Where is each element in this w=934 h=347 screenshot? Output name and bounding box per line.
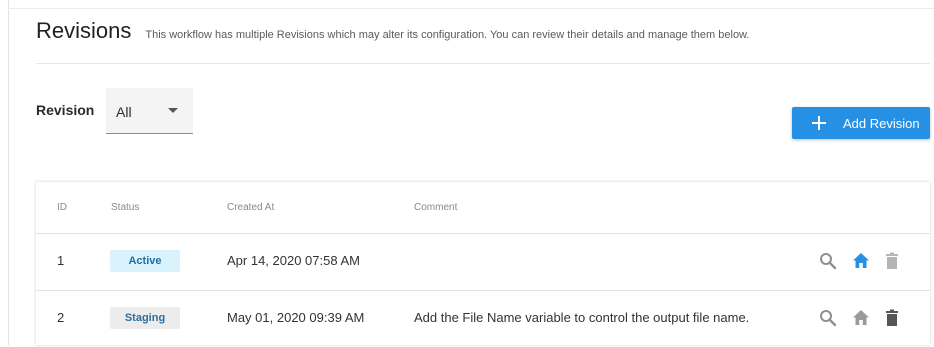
search-icon[interactable]: [818, 308, 838, 328]
revision-id: 1: [57, 253, 65, 268]
revision-filter-label: Revision: [36, 102, 95, 118]
status-badge: Active: [110, 250, 180, 272]
add-revision-button[interactable]: Add Revision: [792, 107, 930, 139]
revisions-panel: Revisions This workflow has multiple Rev…: [0, 0, 934, 345]
column-header-id: ID: [57, 202, 67, 213]
caret-down-icon: [168, 108, 178, 113]
revision-id: 2: [57, 310, 65, 325]
panel-top-border: [8, 8, 934, 9]
header-divider: [36, 63, 930, 64]
home-icon[interactable]: [851, 251, 871, 271]
table-row: 1 Active Apr 14, 2020 07:58 AM: [36, 234, 930, 291]
page-title: Revisions: [36, 18, 132, 43]
page-subtitle: This workflow has multiple Revisions whi…: [145, 29, 750, 41]
column-header-created-at: Created At: [227, 202, 275, 213]
revision-comment: Add the File Name variable to control th…: [414, 310, 750, 325]
created-at: May 01, 2020 09:39 AM: [227, 310, 365, 325]
revision-filter-select[interactable]: All: [106, 88, 193, 134]
add-revision-label: Add Revision: [843, 115, 920, 131]
trash-icon[interactable]: [882, 308, 902, 328]
panel-left-border: [8, 0, 9, 345]
column-header-comment: Comment: [414, 202, 458, 213]
column-header-status: Status: [111, 202, 140, 213]
search-icon[interactable]: [818, 251, 838, 271]
table-row: 2 Staging May 01, 2020 09:39 AM Add the …: [36, 291, 930, 347]
created-at: Apr 14, 2020 07:58 AM: [227, 253, 360, 268]
section-header: Revisions This workflow has multiple Rev…: [36, 18, 926, 48]
status-badge: Staging: [110, 307, 180, 329]
revision-filter-value: All: [116, 104, 132, 120]
plus-icon: [811, 115, 827, 131]
home-icon[interactable]: [851, 308, 871, 328]
table-header: ID Status Created At Comment: [36, 182, 930, 234]
revisions-table: ID Status Created At Comment 1 Active Ap…: [36, 182, 930, 345]
trash-icon[interactable]: [882, 251, 902, 271]
